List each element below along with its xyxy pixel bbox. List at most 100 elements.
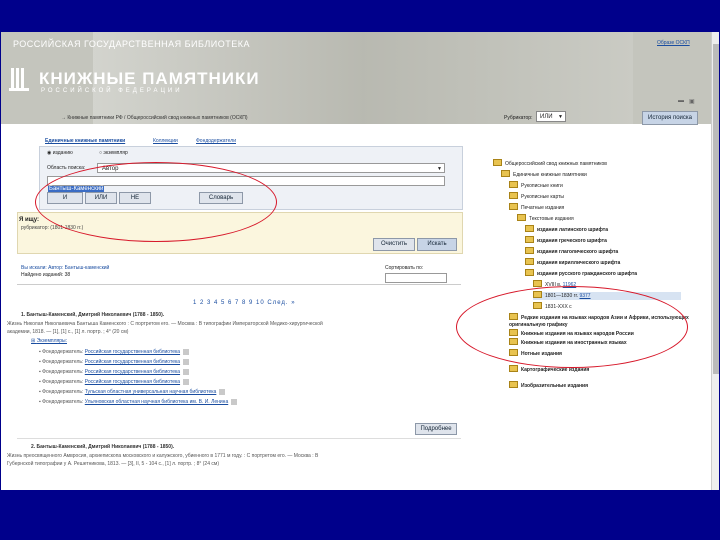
tree-node-label: издания латинского шрифта — [537, 226, 608, 233]
library-name[interactable]: РОССИЙСКАЯ ГОСУДАРСТВЕННАЯ БИБЛИОТЕКА — [13, 40, 250, 49]
tree-node[interactable]: Печатные издания — [509, 203, 565, 212]
logo-title: КНИЖНЫЕ ПАМЯТНИКИ — [39, 69, 260, 88]
history-button[interactable]: История поиска — [642, 111, 698, 125]
breadcrumb[interactable]: → Книжные памятники РФ / Общероссийский … — [61, 115, 248, 122]
help-icon[interactable] — [183, 368, 190, 375]
folder-icon — [509, 192, 518, 199]
tree-node[interactable]: Изобразительные издания — [509, 381, 589, 390]
tree-node-label: издания кириллического шрифта — [537, 259, 621, 266]
radio-all[interactable]: ◉ изданию — [47, 150, 73, 157]
folder-icon — [509, 203, 518, 210]
holder-prefix: Фондодержатель: — [42, 389, 85, 395]
tree-node-label: Единичные книжные памятники — [513, 171, 587, 178]
results-summary: Вы искали: Автор: Бантыш-каменский — [21, 265, 110, 271]
tree-node[interactable]: Общероссийский свод книжных памятников — [493, 159, 607, 168]
holder-link[interactable]: Ульяновская областная научная библиотека… — [85, 399, 228, 405]
copies-link-label: Экземпляры: — [36, 338, 67, 344]
pagination[interactable]: 1 2 3 4 5 6 7 8 9 10 След. » — [193, 299, 296, 307]
result-description: Жизнь Николая Николаевича Бантыша Каменс… — [7, 321, 323, 327]
holder-link[interactable]: Российская государственная библиотека — [85, 369, 180, 375]
folder-icon — [509, 181, 518, 188]
tree-node-label: Печатные издания — [521, 204, 565, 211]
tree-node-label: Общероссийский свод книжных памятников — [505, 160, 607, 167]
scrollbar[interactable] — [711, 32, 719, 490]
chevron-down-icon: ▼ — [437, 166, 442, 172]
tree-node-label: издания глаголического шрифта — [537, 248, 619, 255]
tab-items[interactable]: Единичные книжные памятники — [45, 138, 125, 145]
clear-button[interactable]: Очистить — [373, 238, 415, 251]
tree-node[interactable]: издания кириллического шрифта — [525, 258, 621, 267]
holder-link[interactable]: Российская государственная библиотека — [85, 359, 180, 365]
folder-icon — [509, 365, 518, 372]
details-button[interactable]: Подробнее — [415, 423, 457, 435]
folder-icon — [525, 247, 534, 254]
holder-row: ▪ Фондодержатель: Российская государстве… — [39, 368, 190, 376]
holder-row: ▪ Фондодержатель: Российская государстве… — [39, 358, 190, 366]
rubricator-select[interactable]: ИЛИ ▼ — [536, 111, 566, 122]
tree-node-label: Рукописные книги — [521, 182, 563, 189]
help-icon[interactable] — [219, 388, 226, 395]
help-icon[interactable] — [183, 378, 190, 385]
holder-prefix: Фондодержатель: — [42, 349, 85, 355]
search-button[interactable]: Искать — [417, 238, 457, 251]
result-description-2: Губернской типографии у А. Решетникова, … — [7, 461, 219, 467]
folder-icon — [509, 381, 518, 388]
help-icon[interactable] — [231, 398, 238, 405]
result-title[interactable]: 1. Бантыш-Каменский, Дмитрий Николаевич … — [21, 312, 164, 319]
folder-icon — [533, 280, 542, 287]
print-icon[interactable]: ▣ — [689, 98, 695, 105]
tree-node-label: Рукописные карты — [521, 193, 565, 200]
tree-node-label: Текстовые издания — [529, 215, 574, 222]
holder-link[interactable]: Тульская областная универсальная научная… — [85, 389, 217, 395]
about-link[interactable]: Об­разе ОСКП — [657, 40, 690, 47]
browser-page: РОССИЙСКАЯ ГОСУДАРСТВЕННАЯ БИБЛИОТЕКА Об… — [1, 32, 719, 490]
result-title[interactable]: 2. Бантыш-Каменский, Дмитрий Николаевич … — [31, 444, 174, 451]
holder-prefix: Фондодержатель: — [42, 359, 85, 365]
folder-icon — [517, 214, 526, 221]
holder-row: ▪ Фондодержатель: Ульяновская областная … — [39, 398, 238, 406]
holder-row: ▪ Фондодержатель: Российская государстве… — [39, 378, 190, 386]
help-icon[interactable] — [183, 348, 190, 355]
holder-row: ▪ Фондодержатель: Российская государстве… — [39, 348, 190, 356]
tree-node[interactable]: Рукописные книги — [509, 181, 563, 190]
radio-copy-label: экземпляр — [103, 150, 128, 156]
result-description: Жизнь преосвященного Амвросия, архиеписк… — [7, 453, 319, 459]
scrollbar-thumb[interactable] — [713, 44, 719, 374]
holder-prefix: Фондодержатель: — [42, 379, 85, 385]
result-description-2: академии, 1818. — [1], [1] с., [1] л. по… — [7, 329, 129, 335]
tree-node[interactable]: издания греческого шрифта — [525, 236, 607, 245]
tree-node-label: издания русского гражданского шрифта — [537, 270, 638, 277]
tree-node[interactable]: издания русского гражданского шрифта — [525, 269, 638, 278]
tree-node[interactable]: издания глаголического шрифта — [525, 247, 619, 256]
rubricator-select-value: ИЛИ — [540, 114, 553, 120]
tree-node-label: издания греческого шрифта — [537, 237, 607, 244]
help-icon[interactable] — [183, 358, 190, 365]
radio-all-label: изданию — [52, 150, 73, 156]
tree-node[interactable]: Единичные книжные памятники — [501, 170, 587, 179]
holder-row: ▪ Фондодержатель: Тульская областная уни… — [39, 388, 226, 396]
logo-subtitle: РОССИЙСКОЙ ФЕДЕРАЦИИ — [41, 88, 183, 94]
annotation-ellipse — [35, 162, 277, 242]
rubricator-label: Рубрикатор: — [504, 115, 533, 121]
tree-node-label: Изобразительные издания — [521, 382, 589, 389]
tab-collections[interactable]: Коллекции — [153, 138, 178, 145]
folder-icon — [525, 258, 534, 265]
sort-select[interactable] — [385, 273, 447, 283]
query-label: Я ищу: — [19, 217, 39, 223]
tree-node[interactable]: Текстовые издания — [517, 214, 574, 223]
folder-icon — [525, 269, 534, 276]
minimize-icon[interactable]: ▬ — [678, 98, 684, 104]
holder-link[interactable]: Российская государственная библиотека — [85, 349, 180, 355]
tree-node[interactable]: Рукописные карты — [509, 192, 565, 201]
holder-link[interactable]: Российская государственная библиотека — [85, 379, 180, 385]
tree-node[interactable]: издания латинского шрифта — [525, 225, 608, 234]
folder-icon — [501, 170, 510, 177]
radio-copy[interactable]: ○ экземпляр — [99, 150, 128, 157]
divider — [17, 284, 461, 285]
tab-holders[interactable]: Фондодержатели — [196, 138, 236, 145]
logo-emblem-icon — [9, 64, 31, 94]
copies-link[interactable]: ⊞ Экземпляры: — [31, 338, 67, 345]
annotation-ellipse — [456, 286, 688, 368]
folder-icon — [525, 225, 534, 232]
holder-prefix: Фондодержатель: — [42, 369, 85, 375]
